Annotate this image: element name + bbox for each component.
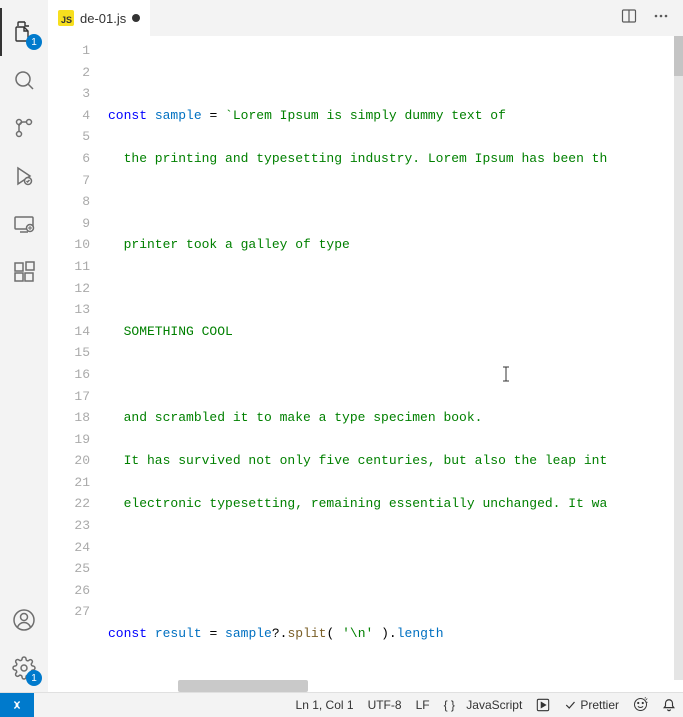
activity-bar: 1 1 (0, 0, 48, 692)
line-number-gutter: 1 2 3 4 5 6 7 8 9 10 11 12 13 14 15 16 1… (48, 36, 108, 680)
explorer-badge: 1 (26, 34, 42, 50)
feedback-icon[interactable] (626, 697, 655, 712)
settings-icon[interactable]: 1 (0, 644, 48, 692)
js-icon: JS (58, 10, 74, 26)
tab-bar: JS de-01.js (48, 0, 683, 36)
split-editor-icon[interactable] (617, 4, 641, 33)
accounts-icon[interactable] (0, 596, 48, 644)
tab-file[interactable]: JS de-01.js (48, 0, 150, 36)
braces-icon: { } (444, 698, 455, 712)
notifications-icon[interactable] (655, 698, 683, 712)
eol[interactable]: LF (409, 698, 437, 712)
remote-explorer-icon[interactable] (0, 200, 48, 248)
remote-window-button[interactable] (0, 693, 34, 717)
prettier-status[interactable]: Prettier (557, 698, 626, 712)
settings-badge: 1 (26, 670, 42, 686)
search-icon[interactable] (0, 56, 48, 104)
source-control-icon[interactable] (0, 104, 48, 152)
status-bar: Ln 1, Col 1 UTF-8 LF { } JavaScript Pret… (0, 692, 683, 716)
tab-filename: de-01.js (80, 11, 126, 26)
dirty-indicator-icon (132, 14, 140, 22)
cursor-position[interactable]: Ln 1, Col 1 (289, 698, 361, 712)
editor-area[interactable]: 1 2 3 4 5 6 7 8 9 10 11 12 13 14 15 16 1… (48, 36, 683, 680)
run-debug-icon[interactable] (0, 152, 48, 200)
minimap-scrollbar[interactable] (674, 36, 683, 680)
more-actions-icon[interactable] (649, 4, 673, 33)
encoding[interactable]: UTF-8 (361, 698, 409, 712)
run-button[interactable] (529, 698, 557, 712)
explorer-icon[interactable]: 1 (0, 8, 48, 56)
editor-column: JS de-01.js 1 2 3 4 5 6 7 (48, 0, 683, 692)
main-row: 1 1 JS de-01.js (0, 0, 683, 692)
code-content[interactable]: const sample = `Lorem Ipsum is simply du… (108, 36, 683, 680)
minimap-thumb[interactable] (674, 36, 683, 76)
extensions-icon[interactable] (0, 248, 48, 296)
horizontal-scroll-thumb[interactable] (178, 680, 308, 692)
tab-actions (617, 4, 683, 33)
language-mode[interactable]: { } JavaScript (437, 698, 530, 712)
horizontal-scrollbar[interactable] (48, 680, 683, 692)
